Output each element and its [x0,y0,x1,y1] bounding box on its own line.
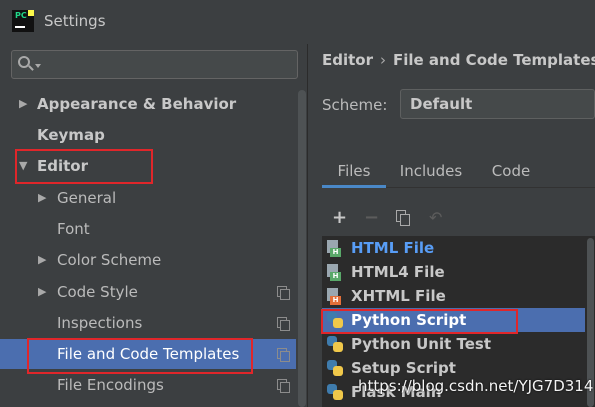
content-panel: Editor › File and Code Templates Scheme: D… [308,44,595,407]
breadcrumb: Editor › File and Code Templates [322,51,595,69]
plus-icon[interactable]: + [332,208,347,228]
list-item-html4-file[interactable]: H HTML4 File [322,260,585,284]
breadcrumb-parent[interactable]: Editor [322,51,373,69]
sidebar-item-general[interactable]: ▶ General [0,183,296,213]
html-file-icon: H [327,240,341,257]
copy-icon[interactable] [396,210,410,226]
template-name: HTML File [351,239,435,257]
sidebar-item-label: Color Scheme [57,251,162,269]
template-tabs: Files Includes Code [322,156,595,188]
scheme-select[interactable]: Default [400,89,595,119]
breadcrumb-separator: › [380,51,386,69]
project-scope-icon [277,348,290,362]
tab-files[interactable]: Files [322,156,386,188]
sidebar-item-label: Inspections [57,314,143,332]
sidebar-item-label: Font [57,220,90,238]
scheme-label: Scheme: [322,96,388,114]
python-icon [327,384,343,400]
sidebar-item-code-style[interactable]: ▶ Code Style [0,277,296,307]
list-item-html-file[interactable]: H HTML File [322,236,585,260]
sidebar-item-color-scheme[interactable]: ▶ Color Scheme [0,245,296,275]
chevron-right-icon[interactable]: ▶ [38,277,46,307]
python-icon [327,360,343,376]
highlight-box-python-script [321,309,518,334]
xhtml-file-icon: H [327,288,341,305]
breadcrumb-current: File and Code Templates [393,51,595,69]
template-name: Python Unit Test [351,335,492,353]
template-name: XHTML File [351,287,446,305]
sidebar-item-label: Appearance & Behavior [37,95,237,113]
highlight-box-templates [27,338,253,374]
sidebar-item-file-encodings[interactable]: File Encodings [0,370,296,400]
html-file-icon: H [327,264,341,281]
sidebar-item-keymap[interactable]: Keymap [0,120,296,150]
sidebar-item-label: Keymap [37,126,105,144]
template-name: HTML4 File [351,263,445,281]
list-item-python-unit-test[interactable]: Python Unit Test [322,332,585,356]
sidebar-item-appearance-behavior[interactable]: ▶ Appearance & Behavior [0,89,296,119]
window-title: Settings [44,12,106,30]
sidebar-item-font[interactable]: Font [0,214,296,244]
sidebar-item-label: General [57,189,117,207]
chevron-right-icon[interactable]: ▶ [38,183,46,213]
search-input[interactable] [11,50,298,79]
sidebar-item-inspections[interactable]: Inspections [0,308,296,338]
minus-icon[interactable]: − [364,208,379,228]
watermark-text: https://blog.csdn.net/YJG7D314 [358,377,594,395]
pycharm-logo-icon: PC [12,10,34,32]
title-bar: PC Settings [0,0,595,44]
python-icon [327,336,343,352]
tab-includes[interactable]: Includes [396,156,466,188]
list-item-xhtml-file[interactable]: H XHTML File [322,284,585,308]
sidebar-scrollbar[interactable] [298,90,306,407]
reset-icon[interactable]: ↶ [429,208,442,228]
project-scope-icon [277,379,290,393]
chevron-right-icon[interactable]: ▶ [19,89,27,119]
project-scope-icon [277,317,290,331]
chevron-down-icon[interactable] [35,64,41,68]
sidebar-item-label: File Encodings [57,376,164,394]
tab-code[interactable]: Code [481,156,541,188]
project-scope-icon [277,286,290,300]
chevron-right-icon[interactable]: ▶ [38,245,46,275]
sidebar-item-label: Code Style [57,283,138,301]
highlight-box-editor [15,149,153,184]
